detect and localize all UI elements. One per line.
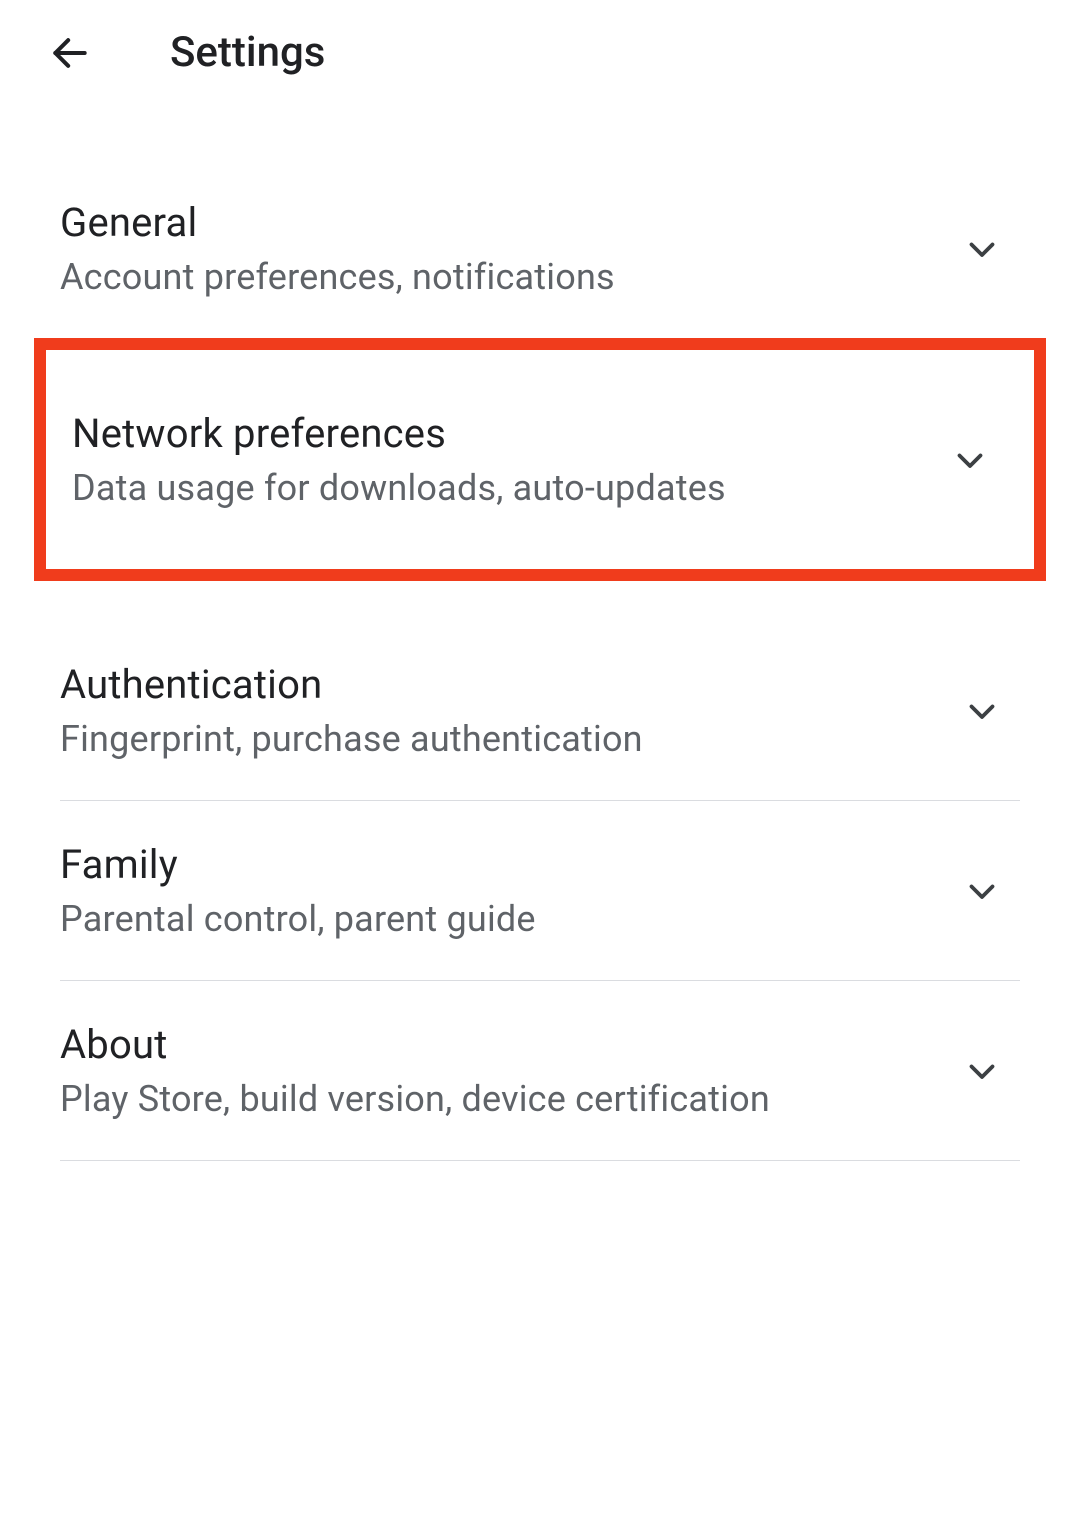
arrow-left-icon xyxy=(48,31,92,75)
settings-item-title: General xyxy=(60,199,944,246)
chevron-down-icon xyxy=(952,442,988,478)
settings-item-text: Family Parental control, parent guide xyxy=(60,841,944,940)
chevron-down-icon xyxy=(964,1053,1000,1089)
settings-item-title: Network preferences xyxy=(72,410,932,457)
expand-icon-wrapper xyxy=(964,873,1000,909)
settings-item-subtitle: Account preferences, notifications xyxy=(60,256,944,298)
expand-icon-wrapper xyxy=(952,442,988,478)
expand-icon-wrapper xyxy=(964,693,1000,729)
settings-item-text: Network preferences Data usage for downl… xyxy=(72,410,932,509)
settings-item-title: Authentication xyxy=(60,661,944,708)
header: Settings xyxy=(0,0,1080,105)
settings-item-subtitle: Parental control, parent guide xyxy=(60,898,944,940)
settings-item-about[interactable]: About Play Store, build version, device … xyxy=(0,981,1080,1160)
back-button[interactable] xyxy=(48,31,92,75)
divider xyxy=(60,1160,1020,1161)
settings-item-text: Authentication Fingerprint, purchase aut… xyxy=(60,661,944,760)
settings-item-authentication[interactable]: Authentication Fingerprint, purchase aut… xyxy=(0,621,1080,800)
settings-item-title: About xyxy=(60,1021,944,1068)
spacer xyxy=(0,581,1080,621)
expand-icon-wrapper xyxy=(964,231,1000,267)
settings-item-text: General Account preferences, notificatio… xyxy=(60,199,944,298)
settings-item-network-preferences[interactable]: Network preferences Data usage for downl… xyxy=(34,338,1046,581)
settings-list: General Account preferences, notificatio… xyxy=(0,105,1080,1161)
settings-item-general[interactable]: General Account preferences, notificatio… xyxy=(0,159,1080,338)
chevron-down-icon xyxy=(964,693,1000,729)
settings-item-subtitle: Play Store, build version, device certif… xyxy=(60,1078,944,1120)
chevron-down-icon xyxy=(964,873,1000,909)
settings-item-family[interactable]: Family Parental control, parent guide xyxy=(0,801,1080,980)
settings-item-subtitle: Fingerprint, purchase authentication xyxy=(60,718,944,760)
settings-item-subtitle: Data usage for downloads, auto-updates xyxy=(72,467,932,509)
settings-item-text: About Play Store, build version, device … xyxy=(60,1021,944,1120)
settings-item-title: Family xyxy=(60,841,944,888)
expand-icon-wrapper xyxy=(964,1053,1000,1089)
chevron-down-icon xyxy=(964,231,1000,267)
page-title: Settings xyxy=(170,28,325,77)
